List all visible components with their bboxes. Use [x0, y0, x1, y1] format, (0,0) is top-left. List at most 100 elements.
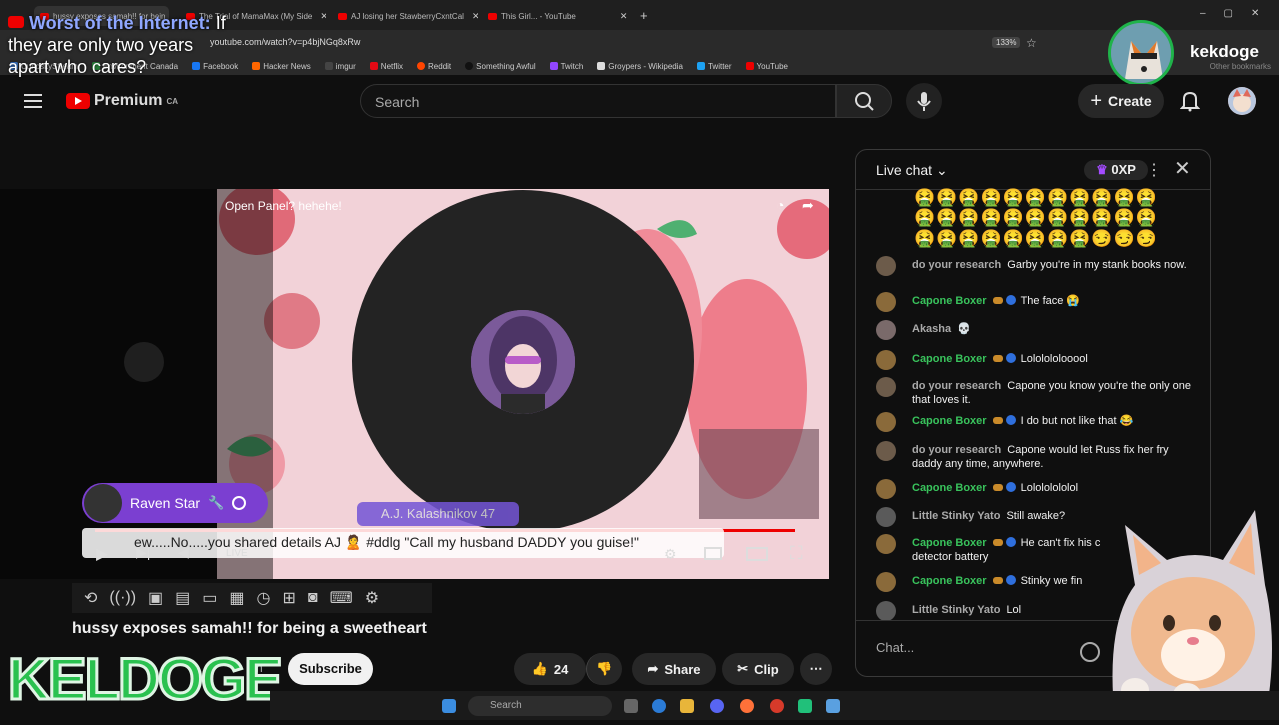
youtube-icon — [8, 16, 24, 28]
play-icon[interactable]: ▶ — [96, 544, 108, 564]
broadcast-icon[interactable]: ((·)) — [109, 589, 136, 607]
search-icon — [855, 92, 874, 111]
subscribe-button[interactable]: Subscribe — [288, 653, 373, 685]
pip-icon[interactable]: ▭ — [202, 588, 217, 608]
close-icon[interactable]: ✕ — [472, 11, 478, 22]
cat-avatar-icon — [1112, 510, 1272, 720]
member-badge-icon — [992, 297, 1003, 304]
other-bookmarks[interactable]: Other bookmarks — [1210, 62, 1271, 71]
thumbs-down-icon: 👎 — [596, 661, 613, 676]
chat-highlight-user: Raven Star 🔧 — [82, 483, 268, 523]
avatar — [876, 412, 896, 432]
firefox-icon[interactable] — [740, 699, 754, 713]
member-badge-icon — [992, 539, 1003, 546]
live-badge[interactable]: LIVE — [226, 548, 248, 559]
browser-tab-3[interactable]: AJ losing her StawberryCxntCal ✕ — [338, 6, 478, 26]
discord-icon[interactable] — [710, 699, 724, 713]
mic-icon — [917, 92, 931, 111]
windows-start-icon[interactable] — [442, 699, 456, 713]
bookmark-item[interactable]: imgur — [324, 62, 356, 71]
moderator-badge-icon — [1005, 415, 1016, 425]
account-avatar[interactable] — [1228, 87, 1256, 115]
next-icon[interactable]: ▶| — [136, 544, 150, 561]
chat-title[interactable]: Live chat ⌄ — [876, 162, 948, 179]
screenshot-icon[interactable]: ◙ — [308, 589, 318, 607]
notifications-button[interactable] — [1179, 90, 1201, 112]
chevron-down-icon: ⌄ — [935, 162, 948, 178]
clock-icon[interactable]: ◔ — [776, 197, 784, 213]
search-input[interactable]: Search — [360, 84, 836, 118]
avatar — [876, 479, 896, 499]
emoji-row: 🤮🤮🤮🤮🤮🤮🤮🤮😏😏😏 — [914, 229, 1158, 248]
bookmark-item[interactable]: Netflix — [369, 62, 403, 71]
xp-badge[interactable]: ♛ 0XP — [1084, 160, 1148, 180]
player-controls: ▶ ▶| ◀ LIVE ⚙ ⛶ — [90, 540, 820, 570]
bookmark-item[interactable]: Something Awful — [465, 62, 536, 71]
more-button[interactable]: ⋯ — [800, 653, 832, 685]
speed-icon[interactable]: ◷ — [257, 588, 271, 608]
voice-search-button[interactable] — [906, 83, 942, 119]
verified-icon — [232, 496, 247, 510]
streamer-tag: kekdoge — [1190, 42, 1259, 61]
fullscreen-icon[interactable]: ⛶ — [790, 543, 803, 564]
window-controls[interactable]: –▢✕ — [1200, 8, 1277, 19]
keyboard-icon[interactable]: ⌨ — [330, 588, 353, 608]
settings-icon[interactable]: ⚙ — [664, 546, 677, 563]
edge-icon[interactable] — [652, 699, 666, 713]
thumbs-up-icon: 👍 — [531, 661, 548, 676]
member-badge-icon — [992, 417, 1003, 424]
avatar — [876, 256, 896, 276]
bookmark-item[interactable]: Reddit — [417, 62, 451, 71]
zoom-level[interactable]: 133% — [992, 37, 1021, 48]
theater-icon[interactable] — [746, 547, 768, 561]
vtuber-avatar — [1095, 505, 1279, 720]
grid-icon[interactable]: ▦ — [229, 588, 244, 608]
menu-icon[interactable] — [24, 94, 42, 108]
like-button[interactable]: 👍 24 — [514, 653, 586, 685]
moderator-badge-icon — [1005, 482, 1016, 492]
more-icon[interactable]: ⋮ — [1146, 160, 1162, 180]
avatar — [876, 320, 896, 340]
taskbar-search[interactable]: Search — [468, 696, 612, 716]
volume-icon[interactable]: ◀ — [178, 544, 189, 561]
youtube-logo[interactable]: Premium CA — [66, 92, 178, 110]
new-tab-button[interactable]: + — [640, 8, 648, 23]
bookmark-item[interactable]: Hacker News — [252, 62, 311, 71]
stream-overlay-text: Worst of the Internet: If they are only … — [8, 12, 238, 78]
moderator-badge-icon — [1005, 353, 1016, 363]
plus-icon: + — [1090, 89, 1103, 112]
share-arrow-icon[interactable]: ➦ — [802, 197, 814, 214]
browser-tab-4[interactable]: This Girl... - YouTube ✕ — [488, 6, 628, 26]
search-button[interactable] — [836, 84, 892, 118]
bookmark-item[interactable]: Groypers - Wikipedia — [597, 62, 683, 71]
film-icon[interactable]: ▤ — [175, 588, 190, 608]
miniplayer-icon[interactable] — [704, 547, 722, 560]
brand-logo: KELDOGE — [7, 646, 285, 714]
app-icon[interactable] — [798, 699, 812, 713]
close-icon[interactable]: ✕ — [1174, 156, 1191, 181]
add-icon[interactable]: ⊞ — [283, 588, 296, 608]
avatar — [876, 350, 896, 370]
avatar-icon — [1228, 87, 1256, 115]
star-icon[interactable]: ☆ — [1026, 36, 1037, 50]
twitch-icon — [549, 62, 558, 70]
notepad-icon[interactable] — [826, 699, 840, 713]
clip-button[interactable]: ✂ Clip — [722, 653, 794, 685]
overlay-title: Worst of the Internet: — [29, 13, 211, 33]
bookmark-item[interactable]: Twitter — [696, 62, 732, 71]
create-button[interactable]: + Create — [1078, 84, 1164, 118]
bookmark-item[interactable]: Twitch — [549, 62, 583, 71]
chat-highlight-name: A.J. Kalashnikov 47 — [357, 502, 519, 526]
task-view-icon[interactable] — [624, 699, 638, 713]
camera-icon[interactable]: ▣ — [148, 588, 163, 608]
app-icon[interactable] — [770, 699, 784, 713]
dislike-button[interactable]: 👎 — [586, 653, 622, 685]
share-button[interactable]: ➦ Share — [632, 653, 716, 685]
close-icon[interactable]: ✕ — [320, 11, 326, 22]
moderator-badge-icon — [1005, 295, 1016, 305]
bookmark-item[interactable]: YouTube — [745, 62, 788, 71]
folder-icon[interactable] — [680, 699, 694, 713]
gear-icon[interactable]: ⚙ — [365, 588, 379, 608]
loop-icon[interactable]: ⟲ — [84, 588, 97, 608]
close-icon[interactable]: ✕ — [620, 11, 628, 22]
